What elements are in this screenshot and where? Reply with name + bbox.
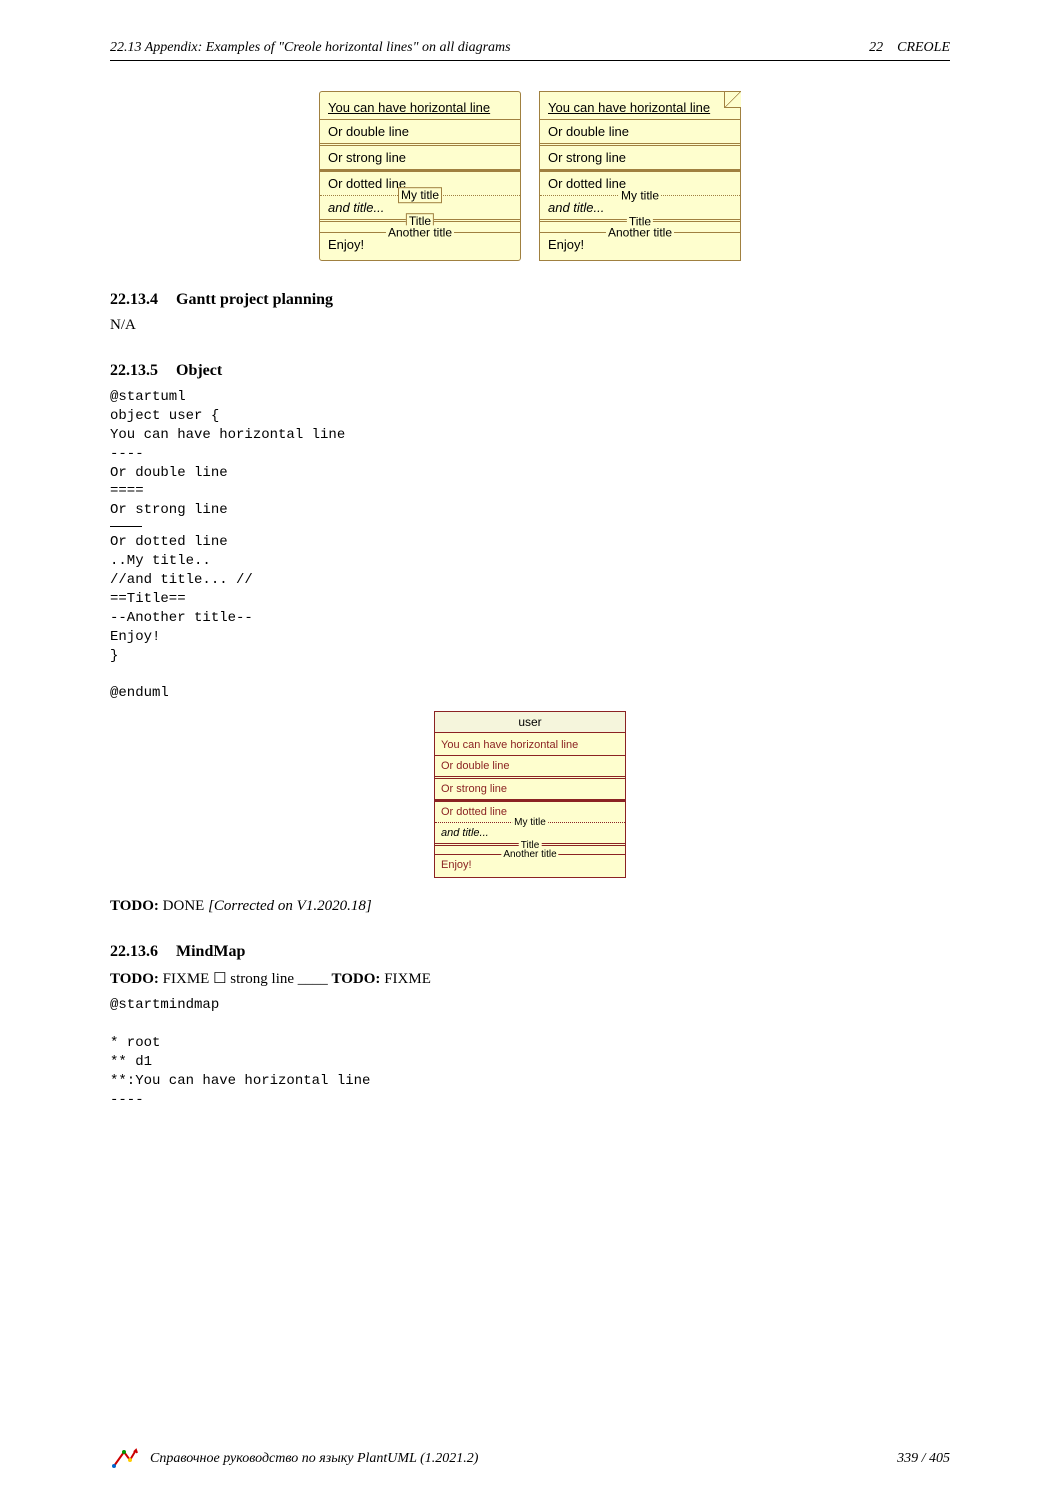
hr-title-double-icon: Title bbox=[540, 219, 740, 222]
header-left: 22.13 Appendix: Examples of "Creole hori… bbox=[110, 40, 511, 56]
checkbox-icon: ☐ bbox=[213, 971, 226, 987]
section-heading-gantt: 22.13.4Gantt project planning bbox=[110, 291, 950, 309]
text-line: Or double line bbox=[441, 758, 619, 774]
todo-done-line: TODO: DONE [Corrected on V1.2020.18] bbox=[110, 898, 950, 915]
code-block-mindmap: @startmindmap * root ** d1 **:You can ha… bbox=[110, 996, 950, 1109]
hr-title-double-icon: Title bbox=[320, 219, 520, 222]
footer-text: Справочное руководство по языку PlantUML… bbox=[150, 1451, 478, 1467]
text-line: You can have horizontal line bbox=[548, 98, 732, 117]
text-line: Or strong line bbox=[548, 148, 732, 167]
section-heading-object: 22.13.5Object bbox=[110, 362, 950, 380]
body-text-na: N/A bbox=[110, 317, 950, 334]
text-line: Or strong line bbox=[441, 781, 619, 797]
object-diagram: user You can have horizontal line Or dou… bbox=[110, 711, 950, 878]
hr-double-icon bbox=[320, 143, 520, 146]
text-line: Or double line bbox=[328, 122, 512, 141]
hr-strong-icon bbox=[320, 169, 520, 172]
hr-single-icon bbox=[540, 119, 740, 120]
hr-strong-icon bbox=[435, 799, 625, 802]
uml-note-left: You can have horizontal line Or double l… bbox=[319, 91, 521, 261]
uml-note-right: You can have horizontal line Or double l… bbox=[539, 91, 741, 261]
code-block-object: @startuml object user { You can have hor… bbox=[110, 388, 950, 703]
hr-title-double-icon: Title bbox=[435, 843, 625, 846]
hr-title-single-icon: Another title bbox=[540, 232, 740, 233]
hr-code-icon bbox=[110, 526, 142, 527]
text-line: You can have horizontal line bbox=[328, 98, 512, 117]
page-header: 22.13 Appendix: Examples of "Creole hori… bbox=[110, 40, 950, 61]
hr-dotted-title-icon: My title bbox=[320, 195, 520, 196]
hr-double-icon bbox=[540, 143, 740, 146]
hr-dotted-title-icon: My title bbox=[540, 195, 740, 196]
hr-single-icon bbox=[435, 755, 625, 756]
section-heading-mindmap: 22.13.6MindMap bbox=[110, 943, 950, 961]
hr-title-single-icon: Another title bbox=[320, 232, 520, 233]
footer-page-number: 339 / 405 bbox=[897, 1451, 950, 1467]
hr-strong-icon bbox=[540, 169, 740, 172]
text-line: Or double line bbox=[548, 122, 732, 141]
header-right: 22 CREOLE bbox=[869, 40, 950, 56]
text-line: You can have horizontal line bbox=[441, 737, 619, 753]
hr-dotted-title-icon: My title bbox=[435, 822, 625, 823]
hr-single-icon bbox=[320, 119, 520, 120]
object-title: user bbox=[435, 712, 625, 733]
text-line: Or strong line bbox=[328, 148, 512, 167]
todo-fixme-line: TODO: FIXME ☐ strong line ____ TODO: FIX… bbox=[110, 969, 950, 988]
uml-object-box: user You can have horizontal line Or dou… bbox=[434, 711, 626, 878]
plantuml-logo-icon bbox=[110, 1448, 140, 1470]
diagram-row-notes: You can have horizontal line Or double l… bbox=[110, 91, 950, 261]
page-footer: Справочное руководство по языку PlantUML… bbox=[110, 1448, 950, 1470]
hr-double-icon bbox=[435, 776, 625, 779]
hr-title-single-icon: Another title bbox=[435, 854, 625, 855]
